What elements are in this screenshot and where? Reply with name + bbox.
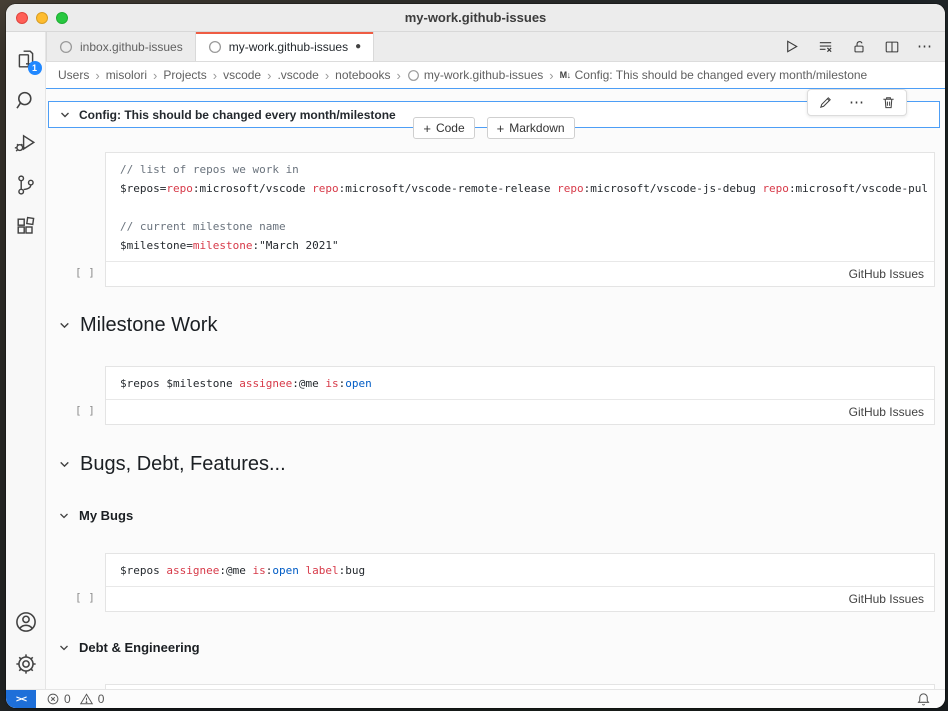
breadcrumb-item[interactable]: Users [58,68,89,82]
warning-count: 0 [98,692,105,706]
plus-icon: + [423,122,431,135]
chevron-right-icon: › [212,68,218,83]
status-bar: >< 0 0 [6,689,945,708]
sidebar-item-run-debug[interactable] [6,122,46,164]
sidebar-item-explorer[interactable]: 1 [6,38,46,80]
cell-toolbar: ⋯ [807,89,907,116]
tab-label: inbox.github-issues [80,40,183,54]
cell-language-picker[interactable]: GitHub Issues [849,592,924,606]
extensions-icon [14,215,38,239]
execution-count: [ ] [75,404,95,417]
zoom-window-button[interactable] [56,12,68,24]
sidebar-item-settings[interactable] [6,643,46,685]
chevron-right-icon: › [396,68,402,83]
notifications-bell-button[interactable] [916,692,931,707]
plus-icon: + [497,122,505,135]
edit-cell-button[interactable] [818,95,833,110]
activity-bar: 1 [6,32,46,689]
title-bar: my-work.github-issues [6,4,945,32]
code-cell-config[interactable]: [ ] // list of repos we work in$repos=re… [105,152,935,287]
vscode-window: my-work.github-issues 1 [6,4,945,708]
window-title: my-work.github-issues [6,10,945,25]
code-editor[interactable]: // list of repos we work in$repos=repo:m… [106,153,934,261]
error-icon [46,692,60,706]
add-markdown-cell-button[interactable]: + Markdown [487,117,575,139]
search-icon [14,89,38,113]
close-window-button[interactable] [16,12,28,24]
code-cell-milestone[interactable]: [ ] $repos $milestone assignee:@me is:op… [105,366,935,425]
chevron-right-icon: › [152,68,158,83]
breadcrumb-item[interactable]: notebooks [335,68,390,82]
github-icon [208,40,222,54]
cell-status-bar: GitHub Issues [106,261,934,286]
collapse-chevron-icon[interactable] [58,458,71,471]
markdown-cell-title: Config: This should be changed every mon… [79,108,396,122]
code-editor[interactable]: $repos assignee:@me is:open label:debt O… [106,685,934,689]
sidebar-item-account[interactable] [6,601,46,643]
github-icon [59,40,73,54]
tab-bar: inbox.github-issues my-work.github-issue… [46,32,945,62]
run-debug-icon [14,131,38,155]
chevron-right-icon: › [94,68,100,83]
explorer-badge: 1 [28,61,42,75]
collapse-chevron-icon[interactable] [58,510,70,522]
code-editor[interactable]: $repos assignee:@me is:open label:bug [106,554,934,586]
gear-icon [13,651,39,677]
minimize-window-button[interactable] [36,12,48,24]
tab-inbox-github-issues[interactable]: inbox.github-issues [46,32,196,61]
cell-status-bar: GitHub Issues [106,399,934,424]
tab-my-work-github-issues[interactable]: my-work.github-issues ● [196,32,374,61]
cell-more-actions-button[interactable]: ⋯ [849,95,865,110]
markdown-heading-my-bugs[interactable]: My Bugs [58,508,940,523]
execution-count: [ ] [75,266,95,279]
notebook-editor: Config: This should be changed every mon… [46,88,945,689]
breadcrumb-item-cell[interactable]: M↓ Config: This should be changed every … [560,68,868,82]
chevron-right-icon: › [266,68,272,83]
collapse-chevron-icon[interactable] [59,109,71,121]
more-actions-button[interactable]: ⋯ [917,39,933,54]
source-control-icon [14,173,38,197]
chevron-right-icon: › [324,68,330,83]
delete-cell-button[interactable] [881,95,896,110]
markdown-heading-milestone-work[interactable]: Milestone Work [58,314,940,337]
traffic-lights [6,12,68,24]
problems-status[interactable]: 0 0 [46,692,104,706]
cell-language-picker[interactable]: GitHub Issues [849,405,924,419]
clear-outputs-button[interactable] [817,38,834,55]
add-code-cell-button[interactable]: + Code [413,117,474,139]
breadcrumb-item[interactable]: vscode [223,68,261,82]
code-cell-debt-engineering[interactable]: [ ] $repos assignee:@me is:open label:de… [105,684,935,689]
cell-status-bar: GitHub Issues [106,586,934,611]
cell-language-picker[interactable]: GitHub Issues [849,267,924,281]
chevron-right-icon: › [548,68,554,83]
remote-indicator[interactable]: >< [6,690,36,708]
warning-icon [79,692,94,706]
markdown-heading-debt-engineering[interactable]: Debt & Engineering [58,640,940,655]
code-cell-my-bugs[interactable]: [ ] $repos assignee:@me is:open label:bu… [105,553,935,612]
breadcrumb-item[interactable]: misolori [106,68,147,82]
split-editor-button[interactable] [884,39,900,55]
editor-actions: ⋯ [771,32,945,61]
breadcrumb-item[interactable]: Projects [163,68,206,82]
collapse-chevron-icon[interactable] [58,319,71,332]
execution-count: [ ] [75,591,95,604]
tab-bar-spacer [374,32,771,61]
github-icon [407,69,420,82]
unlock-icon[interactable] [851,39,867,55]
tab-label: my-work.github-issues [229,40,348,54]
markdown-heading-bugs-debt-features[interactable]: Bugs, Debt, Features... [58,453,940,476]
error-count: 0 [64,692,71,706]
collapse-chevron-icon[interactable] [58,642,70,654]
markdown-cell-icon: M↓ [560,70,571,80]
dirty-indicator-icon[interactable]: ● [355,42,361,52]
sidebar-item-source-control[interactable] [6,164,46,206]
run-all-button[interactable] [783,38,800,55]
code-editor[interactable]: $repos $milestone assignee:@me is:open [106,367,934,399]
breadcrumb-item[interactable]: .vscode [277,68,318,82]
sidebar-item-extensions[interactable] [6,206,46,248]
breadcrumb-item-file[interactable]: my-work.github-issues [407,68,543,82]
account-icon [13,609,39,635]
breadcrumb: Users › misolori › Projects › vscode › .… [46,62,945,88]
sidebar-item-search[interactable] [6,80,46,122]
